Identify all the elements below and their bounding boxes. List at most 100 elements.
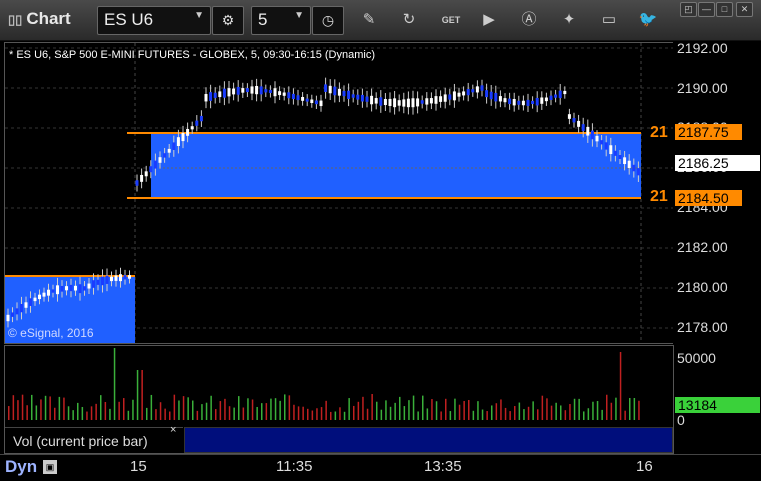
y-label: 2178.00 — [677, 319, 728, 335]
volume-bar — [610, 402, 613, 420]
volume-bar — [601, 409, 603, 420]
candle-body — [176, 137, 180, 147]
app-title-text: Chart — [26, 9, 71, 28]
volume-bar — [633, 398, 636, 420]
twitter-icon[interactable]: 🐦 — [637, 10, 659, 30]
volume-bar — [100, 395, 102, 420]
candle-body — [105, 275, 109, 284]
watermark: © eSignal, 2016 — [8, 326, 94, 340]
play-icon[interactable]: ▶ — [478, 10, 500, 30]
candle-body — [47, 289, 50, 296]
volume-bar — [362, 396, 364, 420]
dynamic-label[interactable]: Dyn — [5, 457, 37, 477]
restore-button[interactable]: ◰ — [680, 2, 697, 17]
candle-body — [333, 86, 337, 96]
volume-bar — [569, 404, 571, 420]
pencil-icon[interactable]: ✎ — [358, 10, 380, 30]
volume-bar — [518, 402, 521, 420]
volume-bar — [468, 400, 470, 420]
refresh-icon[interactable]: ↻ — [398, 10, 420, 30]
candle-body — [181, 132, 185, 142]
volume-bar — [463, 401, 465, 420]
volume-bar — [77, 402, 79, 420]
volume-study-label[interactable]: Vol (current price bar) — [5, 427, 183, 452]
candle-body — [6, 314, 10, 322]
volume-bar — [17, 400, 19, 420]
candle-body — [213, 92, 217, 98]
volume-bar — [288, 395, 291, 420]
volume-bar — [109, 408, 111, 420]
y-label: 2190.00 — [677, 80, 728, 96]
volume-bar — [330, 411, 332, 420]
candle-body — [604, 142, 608, 150]
interval-select[interactable]: 5 ▼ — [251, 6, 311, 35]
candle-body — [186, 128, 190, 136]
symbol-select[interactable]: ES U6 ▼ — [97, 6, 211, 35]
volume-bar — [228, 406, 231, 420]
candle-body — [199, 115, 203, 122]
volume-bar — [606, 394, 608, 420]
alert-icon[interactable]: Ⓐ — [518, 10, 540, 30]
time-axis[interactable]: Dyn ▣ 15 11:35 13:35 16 — [0, 454, 761, 481]
candle-body — [586, 126, 590, 136]
volume-bar — [233, 407, 235, 420]
maximize-button[interactable]: □ — [716, 2, 733, 17]
volume-bar — [238, 396, 240, 420]
candle-body — [87, 283, 91, 289]
candle-body — [255, 85, 259, 95]
candle-body — [319, 100, 323, 107]
volume-bar — [26, 405, 28, 420]
candle-body — [618, 155, 622, 159]
candle-body — [232, 88, 236, 95]
volume-bar — [472, 410, 475, 420]
candle-body — [236, 86, 240, 95]
volume-bar — [146, 407, 148, 420]
candle-body — [356, 94, 360, 100]
settings-button[interactable]: ⚙ — [212, 6, 244, 35]
volume-bar — [210, 395, 212, 420]
volume-bar — [265, 403, 268, 420]
volume-bar — [353, 405, 355, 420]
candle-body — [78, 284, 82, 294]
candle-body — [33, 297, 37, 302]
candle-body — [74, 285, 77, 291]
volume-bar — [320, 407, 323, 420]
close-button[interactable]: ✕ — [736, 2, 753, 17]
volume-bar — [12, 395, 15, 420]
lock-icon[interactable]: ▣ — [43, 460, 57, 474]
volume-bar — [270, 398, 272, 420]
volume-bar — [527, 406, 530, 420]
get-icon[interactable]: GET — [440, 10, 462, 30]
candle-body — [466, 89, 470, 96]
volume-bar — [587, 408, 590, 420]
volume-bar — [385, 400, 387, 420]
price-panel[interactable] — [4, 42, 674, 344]
volume-bar — [215, 409, 217, 420]
volume-bar — [629, 398, 631, 420]
candle-body — [310, 99, 314, 104]
candle-body — [65, 286, 68, 291]
time-button[interactable]: ◷ — [312, 6, 344, 35]
price-chart — [5, 43, 673, 343]
volume-info-bar — [184, 427, 673, 453]
candle-body — [69, 284, 73, 292]
tag-icon[interactable]: ✦ — [558, 10, 580, 30]
close-icon[interactable]: × — [170, 424, 176, 436]
candle-body — [351, 94, 355, 98]
volume-bar — [311, 410, 314, 420]
candle-body — [485, 90, 489, 98]
comment-icon[interactable]: ▭ — [598, 10, 620, 30]
candle-body — [144, 171, 148, 177]
candle-body — [328, 85, 332, 94]
candle-body — [119, 274, 122, 282]
candle-body — [241, 88, 245, 93]
candle-body — [365, 96, 369, 102]
volume-bar — [514, 406, 516, 420]
candle-body — [498, 96, 502, 102]
volume-bar — [242, 407, 245, 420]
volume-chart — [8, 348, 640, 420]
y-label: 2180.00 — [677, 279, 728, 295]
minimize-button[interactable]: — — [698, 2, 715, 17]
volume-bar — [159, 402, 162, 420]
candle-body — [314, 100, 318, 105]
